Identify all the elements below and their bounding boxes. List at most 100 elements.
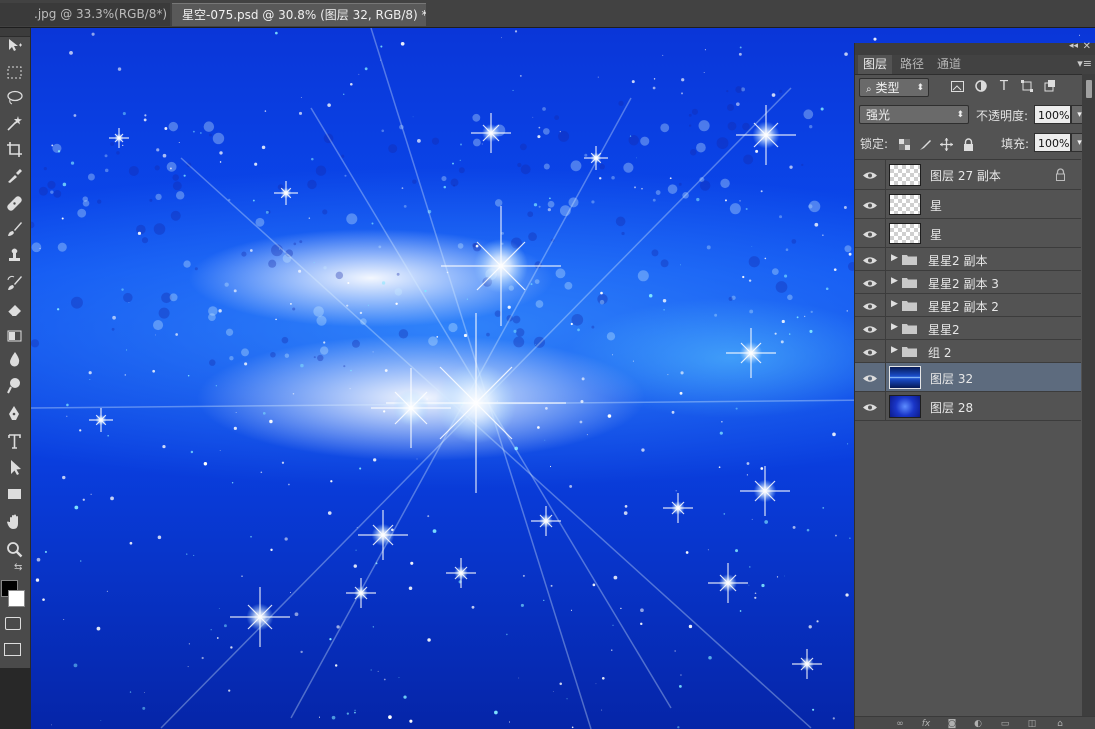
opacity-input[interactable]: 100%: [1034, 105, 1071, 124]
adjustment-icon[interactable]: ◐: [971, 717, 985, 729]
zoom-tool[interactable]: [3, 538, 25, 560]
history-brush-tool[interactable]: [3, 272, 25, 294]
folder-icon: [902, 324, 917, 334]
lock-transparent-icon[interactable]: [897, 137, 911, 151]
bandage-icon: [6, 195, 22, 211]
fx-icon[interactable]: fx: [919, 717, 933, 729]
eraser-tool[interactable]: [3, 298, 25, 320]
trash-icon[interactable]: ⌂: [1053, 717, 1067, 729]
mask-icon[interactable]: ◙: [945, 717, 959, 729]
close-icon[interactable]: ✕: [1083, 41, 1091, 52]
tab-layers[interactable]: 图层: [858, 55, 893, 74]
folder-icon: [902, 278, 917, 288]
expand-triangle-icon[interactable]: ▶: [891, 299, 898, 309]
move-tool[interactable]: [3, 34, 25, 56]
quick-mask-icon[interactable]: [5, 617, 21, 630]
scrollbar-thumb[interactable]: [1086, 80, 1092, 98]
expand-triangle-icon[interactable]: ▶: [891, 345, 898, 355]
path-selection-tool[interactable]: [3, 456, 25, 478]
panel-tabs: 图层 路径 通道 ▾≡: [855, 55, 1095, 75]
rect-marquee-icon: [7, 66, 21, 78]
expand-triangle-icon[interactable]: ▶: [891, 276, 898, 286]
expand-triangle-icon[interactable]: ▶: [891, 322, 898, 332]
tab-label: 星空-075.psd @ 30.8% (图层 32, RGB/8) *: [182, 8, 426, 22]
blend-mode-select[interactable]: 强光 ⬍: [859, 105, 969, 124]
eye-icon[interactable]: [862, 228, 878, 240]
lock-image-icon[interactable]: [918, 137, 932, 151]
layer-name: 图层 28: [930, 401, 974, 415]
layer-row[interactable]: 星: [855, 190, 1081, 219]
eye-icon[interactable]: [862, 372, 878, 384]
tab-channels[interactable]: 通道: [932, 55, 966, 74]
dodge-icon: [6, 377, 20, 393]
type-filter-icon[interactable]: T: [996, 78, 1012, 94]
layer-group-row[interactable]: ▶ 星星2 副本: [855, 248, 1081, 271]
swap-colors-icon[interactable]: ⇆: [14, 562, 22, 573]
lasso-tool[interactable]: [3, 86, 25, 108]
pen-tool[interactable]: [3, 402, 25, 424]
layer-group-row[interactable]: ▶ 星星2 副本 3: [855, 271, 1081, 294]
healing-brush-tool[interactable]: [3, 192, 25, 214]
smart-object-filter-icon[interactable]: [1042, 78, 1058, 94]
folder-icon: [902, 347, 917, 357]
gradient-tool[interactable]: [3, 324, 25, 346]
background-color-swatch[interactable]: [8, 590, 25, 607]
document-tab-active[interactable]: 星空-075.psd @ 30.8% (图层 32, RGB/8) *×: [172, 3, 426, 26]
magic-wand-tool[interactable]: [3, 112, 25, 134]
screen-mode-icon[interactable]: [4, 643, 21, 656]
layer-row[interactable]: 图层 28: [855, 392, 1081, 421]
folder-icon: [902, 255, 917, 265]
expand-triangle-icon[interactable]: ▶: [891, 253, 898, 263]
fill-label: 填充:: [1001, 137, 1030, 151]
rectangle-icon: [7, 488, 21, 499]
layer-filter-select[interactable]: ⌕ 类型 ⬍: [859, 78, 929, 97]
eye-icon[interactable]: [862, 401, 878, 413]
adjustment-filter-icon[interactable]: [973, 78, 989, 94]
brush-tool[interactable]: [3, 218, 25, 240]
stamp-icon: [8, 248, 20, 261]
marquee-tool[interactable]: [3, 61, 25, 83]
document-tab[interactable]: .jpg @ 33.3%(RGB/8*)×: [0, 3, 170, 26]
new-layer-icon[interactable]: ◫: [1025, 717, 1039, 729]
eye-icon[interactable]: [862, 277, 878, 289]
crop-tool[interactable]: [3, 138, 25, 160]
gradient-icon: [7, 330, 21, 341]
hand-tool[interactable]: [3, 510, 25, 532]
lock-all-icon[interactable]: [961, 137, 975, 151]
pen-icon: [8, 405, 19, 420]
blur-drop-icon: [9, 351, 19, 366]
blur-tool[interactable]: [3, 348, 25, 370]
shape-filter-icon[interactable]: [1019, 78, 1035, 94]
new-group-icon[interactable]: ▭: [998, 717, 1012, 729]
fill-input[interactable]: 100%: [1034, 133, 1071, 152]
collapse-icon[interactable]: ◂◂: [1069, 41, 1078, 51]
layer-name: 组 2: [928, 346, 952, 360]
layer-group-row[interactable]: ▶ 星星2: [855, 317, 1081, 340]
layer-name: 星星2 副本 2: [928, 300, 999, 314]
layer-row-selected[interactable]: 图层 32: [855, 363, 1081, 392]
layer-group-row[interactable]: ▶ 星星2 副本 2: [855, 294, 1081, 317]
eye-icon[interactable]: [862, 254, 878, 266]
pixel-filter-icon[interactable]: [949, 78, 965, 94]
eye-icon[interactable]: [862, 346, 878, 358]
document-tab-bar: .jpg @ 33.3%(RGB/8*)× 星空-075.psd @ 30.8%…: [0, 0, 1095, 28]
link-icon[interactable]: ∞: [893, 717, 907, 729]
tools-panel: ⇆: [0, 28, 31, 668]
clone-stamp-tool[interactable]: [3, 244, 25, 266]
rectangle-tool[interactable]: [3, 482, 25, 504]
panel-scrollbar[interactable]: [1082, 74, 1095, 729]
dodge-tool[interactable]: [3, 374, 25, 396]
eyedropper-tool[interactable]: [3, 164, 25, 186]
eye-icon[interactable]: [862, 323, 878, 335]
arrow-icon: [10, 459, 21, 475]
eye-icon[interactable]: [862, 300, 878, 312]
panel-menu-icon[interactable]: ▾≡: [1077, 57, 1092, 70]
eye-icon[interactable]: [862, 199, 878, 211]
tab-paths[interactable]: 路径: [895, 55, 929, 74]
eye-icon[interactable]: [862, 169, 878, 181]
layer-row[interactable]: 图层 27 副本: [855, 160, 1081, 190]
lock-position-icon[interactable]: [939, 137, 953, 151]
type-tool[interactable]: [3, 430, 25, 452]
layer-group-row[interactable]: ▶ 组 2: [855, 340, 1081, 363]
layer-row[interactable]: 星: [855, 219, 1081, 248]
